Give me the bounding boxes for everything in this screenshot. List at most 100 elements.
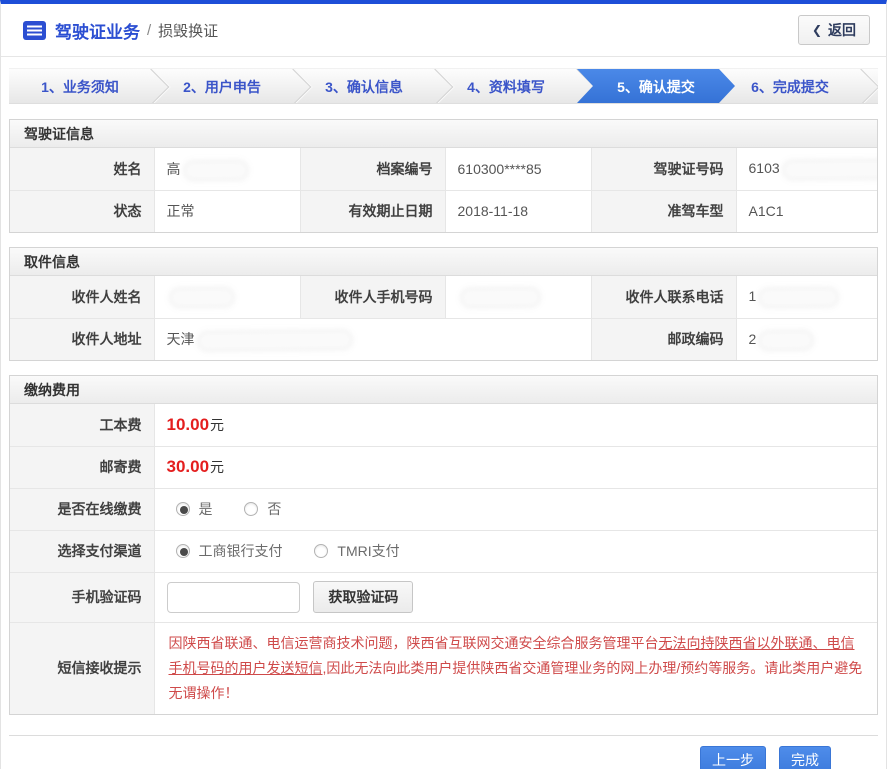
status-label: 状态 bbox=[10, 189, 155, 232]
radio-online-no-label: 否 bbox=[267, 501, 282, 517]
get-code-button[interactable]: 获取验证码 bbox=[313, 581, 414, 613]
license-info-title: 驾驶证信息 bbox=[10, 120, 877, 148]
step-wizard: 1、业务须知 2、用户申告 3、确认信息 4、资料填写 5、确认提交 6、完成提… bbox=[9, 68, 878, 104]
license-list-icon bbox=[23, 20, 46, 40]
step-4-fill-data[interactable]: 4、资料填写 bbox=[435, 69, 577, 103]
step-1-notice[interactable]: 1、业务须知 bbox=[9, 69, 151, 103]
fee-unit: 元 bbox=[210, 416, 225, 433]
radio-selected-icon bbox=[175, 544, 190, 558]
license-info-table: 姓名 高 档案编号 610300****85 驾驶证号码 6103 状态 正常 … bbox=[10, 148, 877, 232]
license-no-label: 驾驶证号码 bbox=[590, 148, 737, 191]
postage-fee-value: 30.00元 bbox=[153, 445, 877, 489]
pickup-info-panel: 取件信息 收件人姓名 收件人手机号码 收件人联系电话 1 收件人地址 天津 邮政… bbox=[9, 247, 878, 361]
work-fee-amount: 10.00 bbox=[166, 414, 210, 434]
table-row: 工本费 10.00元 bbox=[10, 404, 877, 447]
step-6-complete[interactable]: 6、完成提交 bbox=[719, 69, 861, 103]
license-info-panel: 驾驶证信息 姓名 高 档案编号 610300****85 驾驶证号码 6103 bbox=[9, 119, 878, 233]
sms-code-label: 手机验证码 bbox=[10, 571, 155, 623]
back-button[interactable]: ❮ 返回 bbox=[797, 15, 870, 45]
recipient-name-label: 收件人姓名 bbox=[10, 276, 155, 319]
breadcrumb: 驾驶证业务 / 损毁换证 bbox=[23, 18, 218, 43]
table-row: 是否在线缴费 是 否 bbox=[10, 487, 877, 531]
sms-note-cell: 因陕西省联通、电信运营商技术问题，陕西省互联网交通安全综合服务管理平台无法向持陕… bbox=[153, 621, 877, 714]
radio-unselected-icon bbox=[314, 544, 329, 558]
redaction-blur bbox=[171, 289, 232, 306]
sms-note-part1: 因陕西省联通、电信运营商技术问题，陕西省互联网交通安全综合服务管理平台 bbox=[168, 634, 659, 651]
redaction-blur bbox=[199, 332, 350, 349]
page: 驾驶证业务 / 损毁换证 ❮ 返回 1、业务须知 2、用户申告 3、确认信息 4… bbox=[0, 0, 887, 769]
fee-unit: 元 bbox=[210, 459, 225, 475]
table-row: 状态 正常 有效期止日期 2018-11-18 准驾车型 A1C1 bbox=[10, 189, 877, 232]
file-no-value: 610300****85 bbox=[444, 148, 592, 191]
recipient-phone-label: 收件人联系电话 bbox=[590, 276, 737, 319]
postage-fee-label: 邮寄费 bbox=[10, 445, 155, 489]
radio-channel-tmri-label: TMRI支付 bbox=[337, 543, 400, 559]
sms-code-cell: 获取验证码 bbox=[153, 571, 877, 623]
app-header: 驾驶证业务 / 损毁换证 ❮ 返回 bbox=[1, 4, 886, 57]
previous-step-button[interactable]: 上一步 bbox=[700, 745, 766, 769]
online-pay-label: 是否在线缴费 bbox=[10, 487, 155, 531]
recipient-address-label: 收件人地址 bbox=[10, 317, 155, 360]
expiry-value: 2018-11-18 bbox=[444, 189, 592, 232]
online-pay-options: 是 否 bbox=[153, 487, 877, 531]
recipient-name-value bbox=[153, 276, 301, 319]
redaction-blur bbox=[185, 162, 246, 178]
payment-panel: 缴纳费用 工本费 10.00元 邮寄费 30.00元 是否在线缴费 是 否 选择… bbox=[9, 375, 878, 715]
radio-selected-icon bbox=[175, 502, 190, 516]
work-fee-value: 10.00元 bbox=[153, 404, 877, 447]
redaction-blur bbox=[761, 289, 837, 306]
license-no-value: 6103 bbox=[735, 148, 877, 191]
redaction-blur bbox=[462, 289, 538, 306]
page-title: 驾驶证业务 bbox=[55, 22, 140, 42]
radio-channel-icbc[interactable]: 工商银行支付 bbox=[175, 541, 283, 561]
table-row: 收件人地址 天津 邮政编码 2 bbox=[10, 317, 877, 360]
recipient-phone-value-text: 1 bbox=[748, 288, 757, 305]
pickup-info-title: 取件信息 bbox=[10, 248, 877, 276]
step-3-confirm-info[interactable]: 3、确认信息 bbox=[293, 69, 435, 103]
sms-code-input[interactable] bbox=[166, 581, 300, 613]
radio-channel-icbc-label: 工商银行支付 bbox=[198, 543, 283, 559]
recipient-address-value: 天津 bbox=[153, 317, 592, 360]
redaction-blur bbox=[784, 161, 877, 178]
footer-actions: 上一步 完成 bbox=[1, 736, 886, 769]
file-no-label: 档案编号 bbox=[299, 148, 446, 191]
step-5-confirm-submit-active[interactable]: 5、确认提交 bbox=[577, 69, 735, 103]
finish-button[interactable]: 完成 bbox=[779, 745, 831, 769]
redaction-blur bbox=[761, 332, 812, 348]
postcode-value-text: 2 bbox=[748, 330, 757, 347]
sms-note-text: 因陕西省联通、电信运营商技术问题，陕西省互联网交通安全综合服务管理平台无法向持陕… bbox=[169, 631, 864, 706]
payment-title: 缴纳费用 bbox=[10, 376, 877, 404]
back-button-label: 返回 bbox=[828, 22, 856, 38]
name-label: 姓名 bbox=[10, 148, 155, 191]
radio-online-yes[interactable]: 是 bbox=[175, 499, 213, 519]
table-row: 手机验证码 获取验证码 bbox=[10, 571, 877, 623]
pay-channel-options: 工商银行支付 TMRI支付 bbox=[153, 529, 877, 573]
vehicle-class-label: 准驾车型 bbox=[590, 189, 737, 232]
recipient-phone-value: 1 bbox=[735, 276, 877, 319]
radio-unselected-icon bbox=[244, 502, 259, 516]
recipient-address-value-text: 天津 bbox=[166, 331, 195, 348]
name-value: 高 bbox=[153, 148, 301, 191]
payment-table: 工本费 10.00元 邮寄费 30.00元 是否在线缴费 是 否 选择支付渠道 … bbox=[10, 404, 877, 714]
recipient-mobile-label: 收件人手机号码 bbox=[299, 276, 446, 319]
postage-fee-amount: 30.00 bbox=[166, 457, 210, 476]
vehicle-class-value: A1C1 bbox=[735, 189, 877, 232]
radio-online-yes-label: 是 bbox=[198, 501, 213, 517]
radio-channel-tmri[interactable]: TMRI支付 bbox=[314, 541, 400, 561]
recipient-mobile-value bbox=[444, 276, 592, 319]
pickup-info-table: 收件人姓名 收件人手机号码 收件人联系电话 1 收件人地址 天津 邮政编码 2 bbox=[10, 276, 877, 360]
sms-note-label: 短信接收提示 bbox=[10, 621, 155, 714]
table-row: 短信接收提示 因陕西省联通、电信运营商技术问题，陕西省互联网交通安全综合服务管理… bbox=[10, 621, 877, 714]
name-value-text: 高 bbox=[166, 160, 181, 177]
license-no-value-text: 6103 bbox=[748, 160, 780, 177]
postcode-label: 邮政编码 bbox=[590, 317, 737, 360]
pay-channel-label: 选择支付渠道 bbox=[10, 529, 155, 573]
table-row: 邮寄费 30.00元 bbox=[10, 445, 877, 489]
radio-online-no[interactable]: 否 bbox=[244, 499, 281, 519]
status-value: 正常 bbox=[153, 189, 301, 232]
breadcrumb-separator: / bbox=[147, 21, 152, 39]
postcode-value: 2 bbox=[735, 317, 877, 360]
step-2-declaration[interactable]: 2、用户申告 bbox=[151, 69, 293, 103]
table-row: 收件人姓名 收件人手机号码 收件人联系电话 1 bbox=[10, 276, 877, 319]
table-row: 选择支付渠道 工商银行支付 TMRI支付 bbox=[10, 529, 877, 573]
